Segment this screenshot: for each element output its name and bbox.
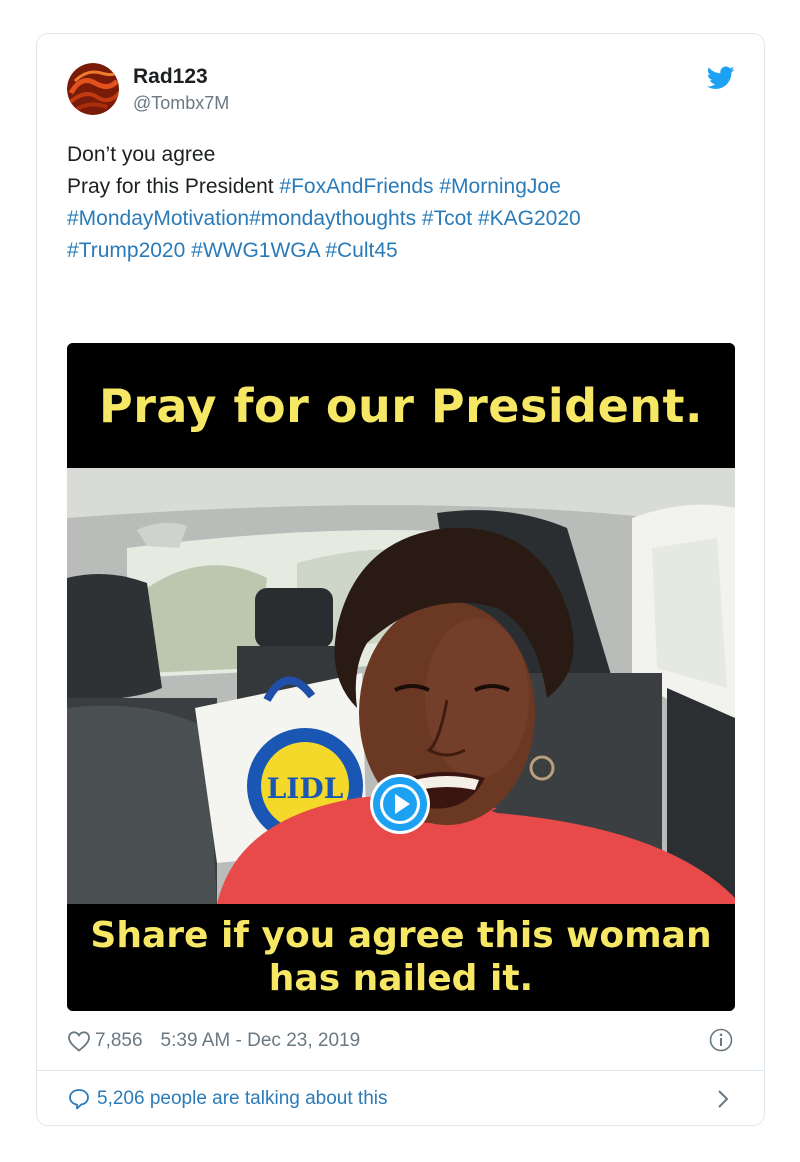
avatar[interactable] xyxy=(67,63,119,115)
hashtag-link[interactable]: #WWG1WGA xyxy=(191,239,319,262)
play-icon xyxy=(373,777,427,831)
tweet-timestamp[interactable]: 5:39 AM - Dec 23, 2019 xyxy=(161,1030,361,1052)
hashtag-link[interactable]: #KAG2020 xyxy=(478,207,581,230)
tweet-text-line4: #Trump2020 #WWG1WGA #Cult45 xyxy=(67,235,737,267)
info-icon[interactable] xyxy=(709,1028,733,1052)
video-caption-top: Pray for our President. xyxy=(67,343,735,468)
caption-bottom-line1: Share if you agree this woman xyxy=(90,915,712,956)
video-media[interactable]: Pray for our President. LIDL Share if yo… xyxy=(67,343,735,1011)
video-caption-bottom: Share if you agree this woman has nailed… xyxy=(67,904,735,1011)
video-frame[interactable]: LIDL xyxy=(67,468,735,904)
tweet-text-plain: Pray for this President xyxy=(67,175,280,198)
hashtag-link[interactable]: #Cult45 xyxy=(325,239,397,262)
twitter-bird-icon[interactable] xyxy=(707,66,735,90)
hashtag-link[interactable]: #mondaythoughts xyxy=(249,207,416,230)
like-count[interactable]: 7,856 xyxy=(95,1030,143,1052)
chevron-right-icon[interactable] xyxy=(715,1088,731,1110)
talking-count-text[interactable]: 5,206 people are talking about this xyxy=(97,1088,388,1110)
tweet-text-line1: Don’t you agree xyxy=(67,143,216,166)
hashtag-link[interactable]: #Tcot xyxy=(422,207,472,230)
user-handle[interactable]: @Tombx7M xyxy=(133,93,229,114)
bag-logo-text: LIDL xyxy=(267,772,344,805)
divider xyxy=(37,1070,764,1071)
hashtag-link[interactable]: #MondayMotivation xyxy=(67,207,249,230)
tweet-text-line2: Pray for this President #FoxAndFriends #… xyxy=(67,171,737,203)
heart-icon[interactable] xyxy=(67,1030,91,1052)
user-name[interactable]: Rad123 xyxy=(133,65,208,89)
play-button[interactable] xyxy=(370,774,430,834)
conversation-link[interactable]: 5,206 people are talking about this xyxy=(67,1086,388,1112)
speech-bubble-icon xyxy=(69,1089,89,1110)
tweet-text: Don’t you agree Pray for this President … xyxy=(67,139,737,267)
tweet-card: Rad123 @Tombx7M Don’t you agree Pray for… xyxy=(36,33,765,1126)
hashtag-link[interactable]: #Trump2020 xyxy=(67,239,185,262)
caption-bottom-line2: has nailed it. xyxy=(268,958,534,999)
hashtag-link[interactable]: #FoxAndFriends xyxy=(279,175,433,198)
hashtag-link[interactable]: #MorningJoe xyxy=(439,175,560,198)
tweet-meta: 7,856 5:39 AM - Dec 23, 2019 xyxy=(67,1028,360,1054)
tweet-text-line3: #MondayMotivation#mondaythoughts #Tcot #… xyxy=(67,203,737,235)
